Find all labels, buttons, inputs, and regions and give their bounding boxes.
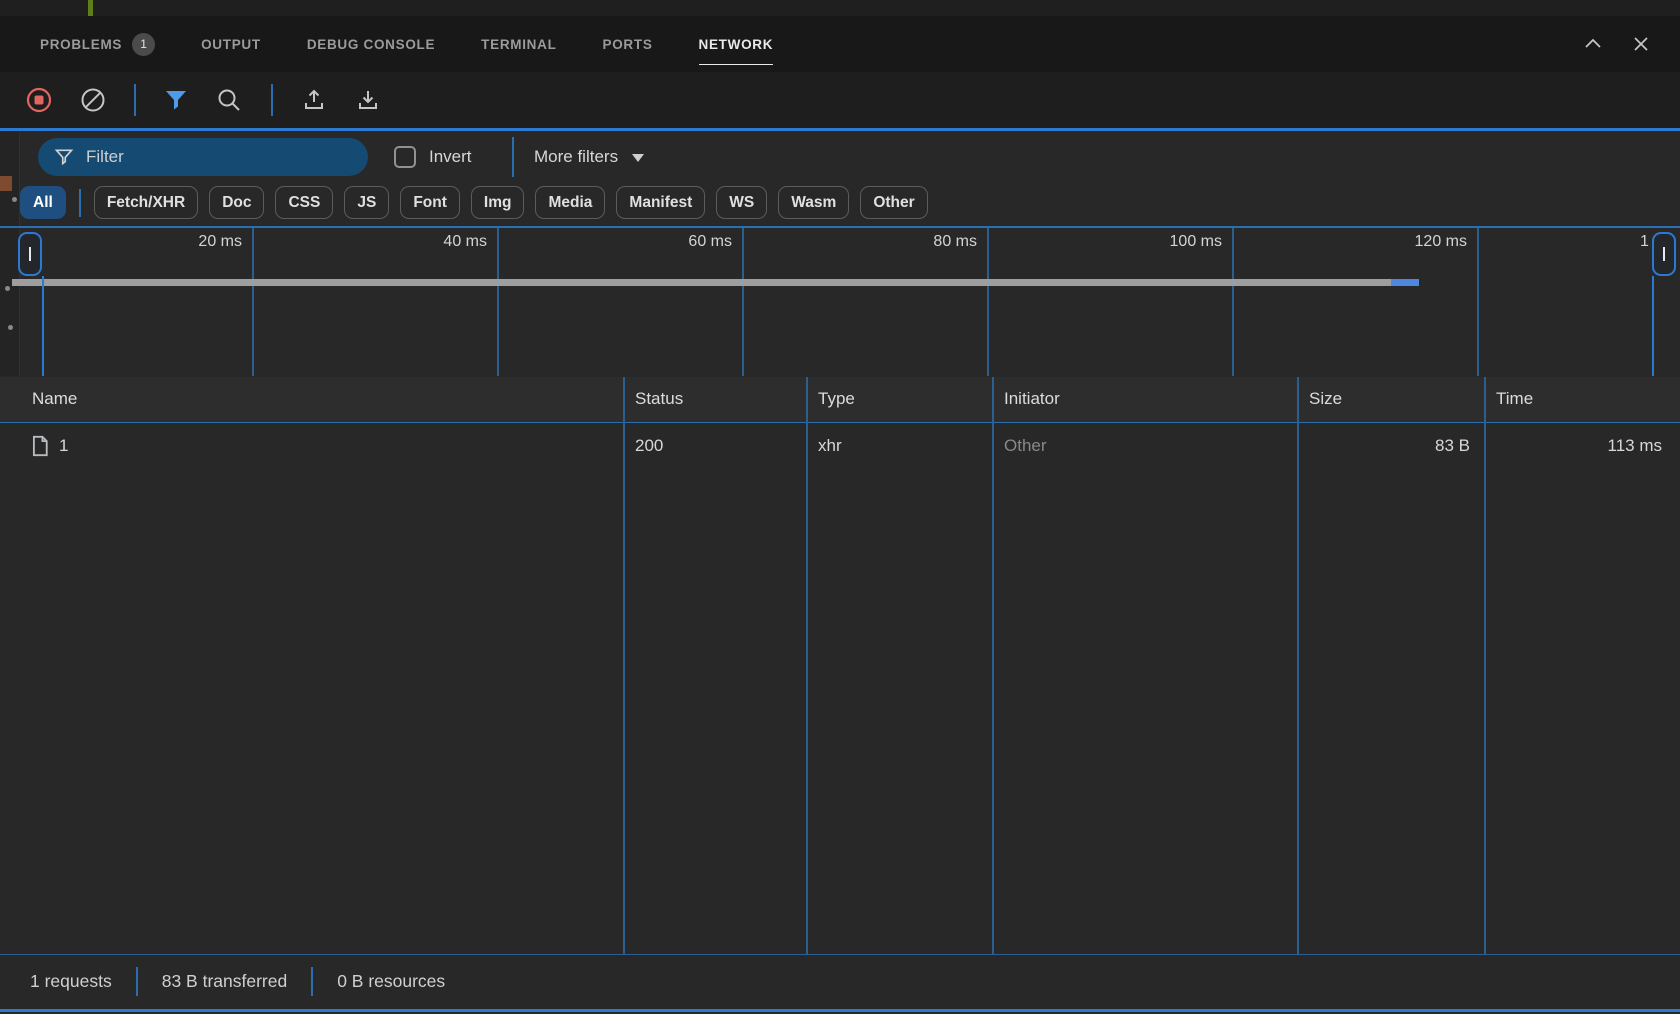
handle-grip xyxy=(1663,247,1666,261)
chip-other[interactable]: Other xyxy=(860,186,927,219)
network-filter-field[interactable] xyxy=(38,138,368,176)
tick-label-100ms: 100 ms xyxy=(1022,233,1222,251)
invert-checkbox[interactable] xyxy=(394,146,416,168)
filter-funnel-icon[interactable] xyxy=(164,88,188,112)
chip-all[interactable]: All xyxy=(20,186,66,219)
document-icon xyxy=(30,435,50,457)
filterbar-divider xyxy=(512,137,514,177)
column-header-status[interactable]: Status xyxy=(635,377,683,423)
tab-output[interactable]: OUTPUT xyxy=(201,16,261,72)
column-header-name[interactable]: Name xyxy=(32,377,77,423)
tab-debug-console[interactable]: DEBUG CONSOLE xyxy=(307,16,435,72)
export-har-icon[interactable] xyxy=(355,87,381,113)
request-status-cell: 200 xyxy=(635,423,663,469)
column-header-time[interactable]: Time xyxy=(1496,377,1533,423)
panel-focus-border-bottom xyxy=(0,1009,1680,1012)
overview-gridline xyxy=(497,228,499,376)
overview-gridline xyxy=(987,228,989,376)
overview-gridline xyxy=(1232,228,1234,376)
clear-icon[interactable] xyxy=(80,87,106,113)
chevron-down-icon xyxy=(632,154,644,162)
more-filters-dropdown[interactable]: More filters xyxy=(534,131,644,183)
network-summary-bar: 1 requests 83 B transferred 0 B resource… xyxy=(0,955,1680,1009)
network-overview-timeline[interactable]: 20 ms 40 ms 60 ms 80 ms 100 ms 120 ms 1 xyxy=(0,226,1680,376)
editor-code-strip: 20 // const yourMMKVStorage = new MMKV()… xyxy=(0,0,1680,16)
invert-label: Invert xyxy=(429,147,472,167)
network-panel-content: Invert More filters All Fetch/XHR Doc CS… xyxy=(0,131,1680,1014)
waterfall-bar-download xyxy=(1391,279,1419,286)
tab-problems[interactable]: PROBLEMS 1 xyxy=(40,16,155,72)
chip-css[interactable]: CSS xyxy=(275,186,333,219)
panel-window-controls xyxy=(1582,16,1652,72)
chip-fetch-xhr[interactable]: Fetch/XHR xyxy=(94,186,198,219)
chip-ws[interactable]: WS xyxy=(716,186,767,219)
chip-font[interactable]: Font xyxy=(400,186,460,219)
tab-network[interactable]: NETWORK xyxy=(699,16,774,72)
import-har-icon[interactable] xyxy=(301,87,327,113)
column-header-initiator[interactable]: Initiator xyxy=(1004,377,1060,423)
tick-label-120ms: 120 ms xyxy=(1267,233,1467,251)
handle-grip xyxy=(29,247,32,261)
chip-media[interactable]: Media xyxy=(535,186,605,219)
chip-wasm[interactable]: Wasm xyxy=(778,186,849,219)
overview-gridline xyxy=(742,228,744,376)
more-filters-label: More filters xyxy=(534,147,618,167)
chip-doc[interactable]: Doc xyxy=(209,186,264,219)
column-header-type[interactable]: Type xyxy=(818,377,855,423)
chip-img[interactable]: Img xyxy=(471,186,525,219)
tab-problems-label: PROBLEMS xyxy=(40,37,122,52)
requests-table-header: Name Status Type Initiator Size Time xyxy=(0,377,1680,423)
tick-label-60ms: 60 ms xyxy=(532,233,732,251)
resources-size: 0 B resources xyxy=(337,971,445,992)
panel-tabbar: PROBLEMS 1 OUTPUT DEBUG CONSOLE TERMINAL… xyxy=(0,16,1680,72)
chip-manifest[interactable]: Manifest xyxy=(616,186,705,219)
request-type-cell: xhr xyxy=(818,423,842,469)
waterfall-bar-waiting xyxy=(12,279,1391,286)
search-icon[interactable] xyxy=(216,87,243,114)
requests-count: 1 requests xyxy=(30,971,112,992)
invert-filter-toggle[interactable]: Invert xyxy=(394,131,472,183)
chips-divider xyxy=(79,189,81,217)
tab-ports[interactable]: PORTS xyxy=(603,16,653,72)
overview-left-edge xyxy=(42,276,44,376)
toolbar-divider xyxy=(271,84,273,116)
git-modified-indicator xyxy=(88,0,93,16)
tick-label-80ms: 80 ms xyxy=(777,233,977,251)
tab-terminal[interactable]: TERMINAL xyxy=(481,16,556,72)
overview-right-handle[interactable] xyxy=(1652,232,1676,276)
annotation-dot xyxy=(12,197,17,202)
table-row[interactable]: 1 200 xhr Other 83 B 113 ms xyxy=(0,423,1680,469)
request-size-cell: 83 B xyxy=(1297,423,1470,469)
column-header-size[interactable]: Size xyxy=(1309,377,1342,423)
filter-funnel-outline-icon xyxy=(54,147,74,167)
toolbar-divider xyxy=(134,84,136,116)
problems-count-badge: 1 xyxy=(132,33,155,56)
request-name-cell[interactable]: 1 xyxy=(30,423,610,469)
overview-left-handle[interactable] xyxy=(18,232,42,276)
request-initiator-cell: Other xyxy=(1004,423,1047,469)
overview-right-edge xyxy=(1652,276,1654,376)
network-toolbar xyxy=(0,72,1680,128)
record-icon[interactable] xyxy=(26,87,52,113)
summary-divider xyxy=(311,967,313,996)
filter-input[interactable] xyxy=(86,147,336,167)
tick-label-20ms: 20 ms xyxy=(42,233,242,251)
overview-gridline xyxy=(1477,228,1479,376)
overview-gridline xyxy=(252,228,254,376)
request-time-cell: 113 ms xyxy=(1484,423,1662,469)
scroll-annotation-marker xyxy=(0,176,12,191)
tick-label-140ms-cropped: 1 xyxy=(1640,233,1649,251)
chip-js[interactable]: JS xyxy=(344,186,389,219)
close-icon[interactable] xyxy=(1630,33,1652,55)
transferred-size: 83 B transferred xyxy=(162,971,287,992)
summary-divider xyxy=(136,967,138,996)
request-type-filter-row: All Fetch/XHR Doc CSS JS Font Img Media … xyxy=(20,183,1120,223)
chevron-up-icon[interactable] xyxy=(1582,33,1604,55)
request-name: 1 xyxy=(59,423,68,469)
tick-label-40ms: 40 ms xyxy=(287,233,487,251)
